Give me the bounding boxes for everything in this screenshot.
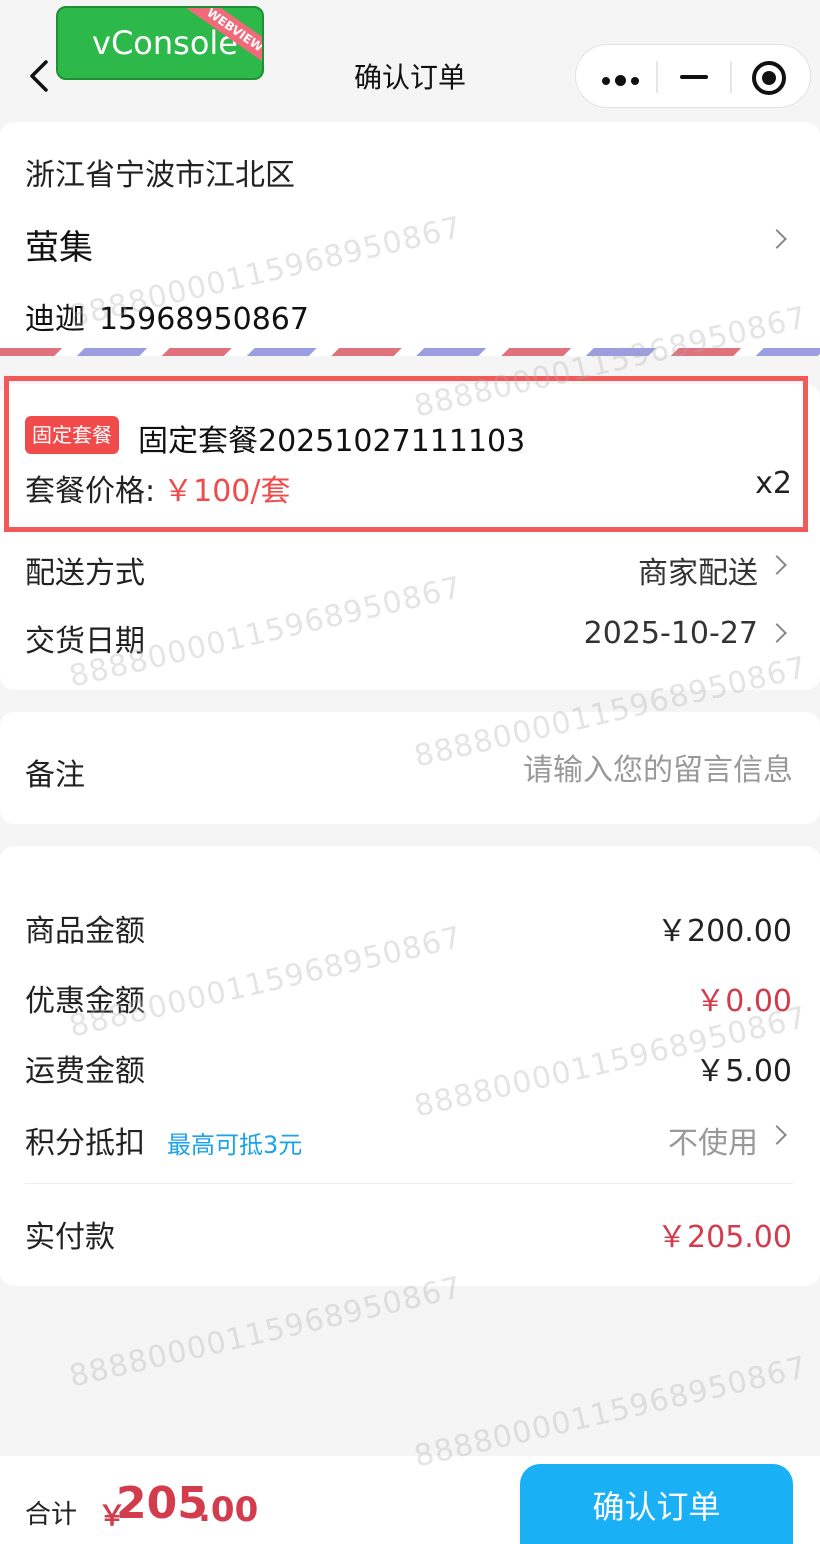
close-circle-icon[interactable] xyxy=(752,61,786,95)
more-dots-icon[interactable] xyxy=(602,75,639,86)
summary-divider xyxy=(25,1183,793,1184)
discount-value: ￥0.00 xyxy=(695,984,792,1019)
address-name: 萤集 xyxy=(25,228,93,268)
highlight-box xyxy=(4,376,808,532)
contact-phone: 15968950867 xyxy=(99,302,309,337)
points-hint: 最高可抵3元 xyxy=(167,1131,303,1159)
confirm-order-button[interactable]: 确认订单 xyxy=(520,1464,793,1544)
delivery-date-value[interactable]: 2025-10-27 xyxy=(584,616,758,651)
remark-input[interactable] xyxy=(400,748,793,792)
discount-label: 优惠金额 xyxy=(25,984,145,1019)
paid-value: ￥205.00 xyxy=(657,1220,792,1255)
points-label: 积分抵扣 xyxy=(25,1126,145,1161)
points-deduction: 积分抵扣 最高可抵3元 xyxy=(25,1118,302,1162)
envelope-stripes xyxy=(0,348,820,356)
goods-amount-label: 商品金额 xyxy=(25,914,145,949)
total-integer: 205 xyxy=(116,1478,208,1529)
remark-label: 备注 xyxy=(25,758,85,793)
shipping-label: 运费金额 xyxy=(25,1054,145,1089)
contact-name: 迪迦 xyxy=(25,302,85,337)
total-label: 合计 xyxy=(25,1500,78,1530)
minimize-icon[interactable] xyxy=(680,75,708,79)
delivery-date-label: 交货日期 xyxy=(25,624,145,659)
address-region: 浙江省宁波市江北区 xyxy=(25,158,295,193)
total-decimal: .00 xyxy=(198,1490,259,1530)
points-value[interactable]: 不使用 xyxy=(668,1118,758,1162)
capsule-divider xyxy=(656,61,658,93)
shipping-value: ￥5.00 xyxy=(695,1054,792,1089)
delivery-method-label: 配送方式 xyxy=(25,556,145,591)
watermark: 88880000115968950867 xyxy=(66,1270,466,1395)
delivery-method-value[interactable]: 商家配送 xyxy=(638,548,758,592)
mini-program-capsule xyxy=(575,44,811,108)
goods-amount-value: ￥200.00 xyxy=(657,914,792,949)
address-contact: 迪迦 15968950867 xyxy=(25,294,309,338)
paid-label: 实付款 xyxy=(25,1220,115,1255)
capsule-divider xyxy=(730,61,732,93)
